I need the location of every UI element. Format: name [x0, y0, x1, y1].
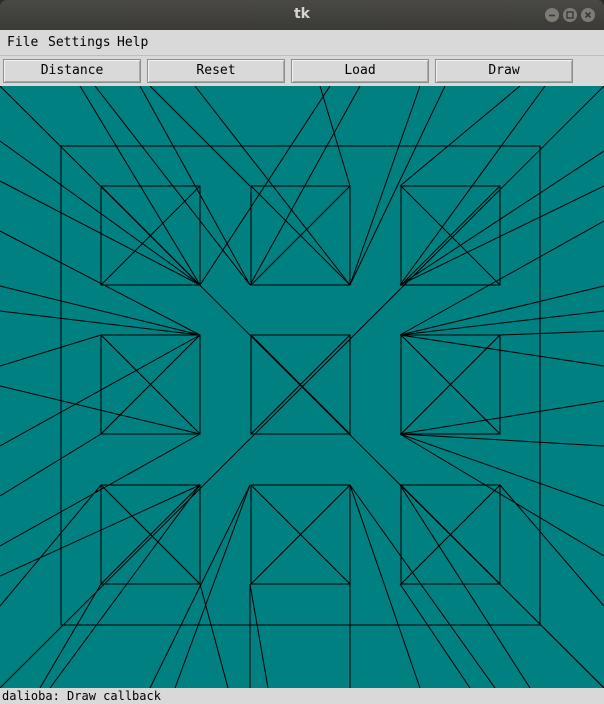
status-bar: dalioba: Draw callback: [0, 688, 604, 704]
window-title: tk: [293, 6, 310, 22]
toolbar: Distance Reset Load Draw: [0, 56, 604, 86]
menu-help[interactable]: Help: [117, 35, 148, 50]
menu-file[interactable]: File: [7, 35, 38, 50]
menu-settings[interactable]: Settings: [48, 35, 111, 50]
minimize-icon[interactable]: [545, 8, 559, 22]
draw-button[interactable]: Draw: [435, 59, 573, 83]
load-button[interactable]: Load: [291, 59, 429, 83]
menu-bar: File Settings Help: [0, 30, 604, 56]
distance-button[interactable]: Distance: [3, 59, 141, 83]
maximize-icon[interactable]: [563, 8, 577, 22]
close-icon[interactable]: [581, 8, 595, 22]
title-bar: tk: [0, 0, 604, 30]
wireframe-drawing: [0, 85, 604, 689]
reset-button[interactable]: Reset: [147, 59, 285, 83]
drawing-canvas[interactable]: [0, 85, 604, 689]
